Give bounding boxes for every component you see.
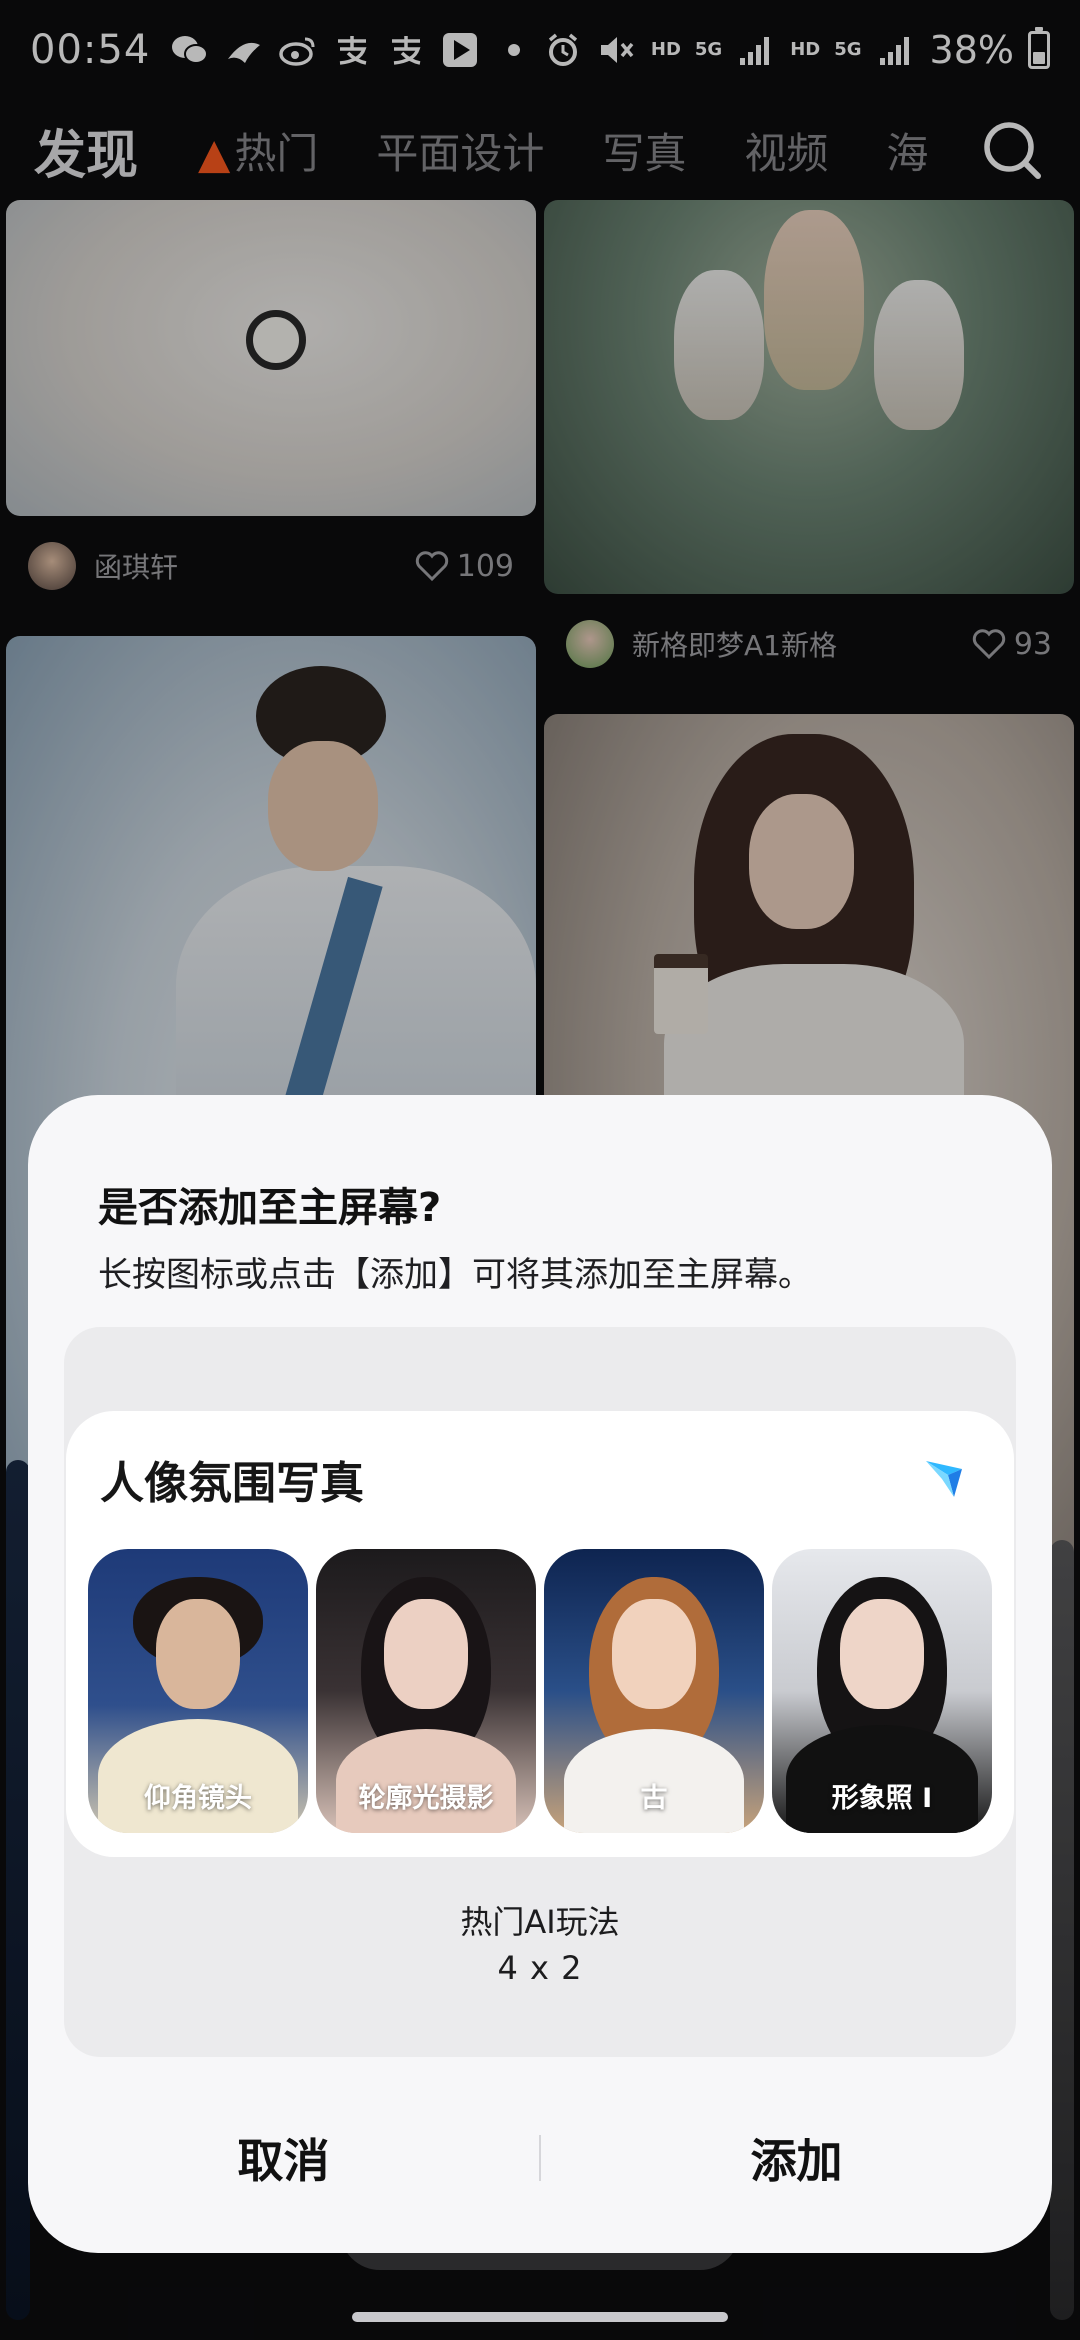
widget-size: 4 x 2 xyxy=(497,1949,583,1987)
widget-name: 热门AI玩法 xyxy=(460,1903,620,1941)
thumbnail-caption: 轮廓光摄影 xyxy=(358,1783,494,1814)
add-to-home-dialog: 是否添加至主屏幕? 长按图标或点击【添加】可将其添加至主屏幕。 人像氛围写真 仰… xyxy=(28,1095,1052,2253)
widget-thumbnail: 轮廓光摄影 xyxy=(316,1549,536,1833)
jimeng-logo-icon xyxy=(918,1451,970,1503)
portrait-face xyxy=(384,1599,468,1709)
widget-preview: 人像氛围写真 仰角镜头 轮廓光摄影 古 形象照 I 热门AI玩法 4 x 2 xyxy=(64,1327,1016,2057)
dialog-description: 长按图标或点击【添加】可将其添加至主屏幕。 xyxy=(98,1255,812,1295)
cancel-button[interactable]: 取消 xyxy=(28,2125,539,2191)
portrait-face xyxy=(612,1599,696,1709)
widget-card: 人像氛围写真 仰角镜头 轮廓光摄影 古 形象照 I xyxy=(66,1411,1014,1857)
dialog-actions: 取消 添加 xyxy=(28,2063,1052,2253)
portrait-face xyxy=(840,1599,924,1709)
widget-thumbnails: 仰角镜头 轮廓光摄影 古 形象照 I xyxy=(88,1549,992,1833)
widget-thumbnail: 形象照 I xyxy=(772,1549,992,1833)
dialog-title: 是否添加至主屏幕? xyxy=(98,1185,442,1231)
thumbnail-caption: 古 xyxy=(640,1783,668,1814)
widget-title: 人像氛围写真 xyxy=(100,1458,364,1509)
widget-thumbnail: 古 xyxy=(544,1549,764,1833)
thumbnail-caption: 仰角镜头 xyxy=(144,1783,252,1814)
widget-thumbnail: 仰角镜头 xyxy=(88,1549,308,1833)
portrait-face xyxy=(156,1599,240,1709)
home-indicator[interactable] xyxy=(352,2312,728,2322)
thumbnail-caption: 形象照 I xyxy=(831,1783,933,1814)
add-button[interactable]: 添加 xyxy=(541,2125,1052,2191)
